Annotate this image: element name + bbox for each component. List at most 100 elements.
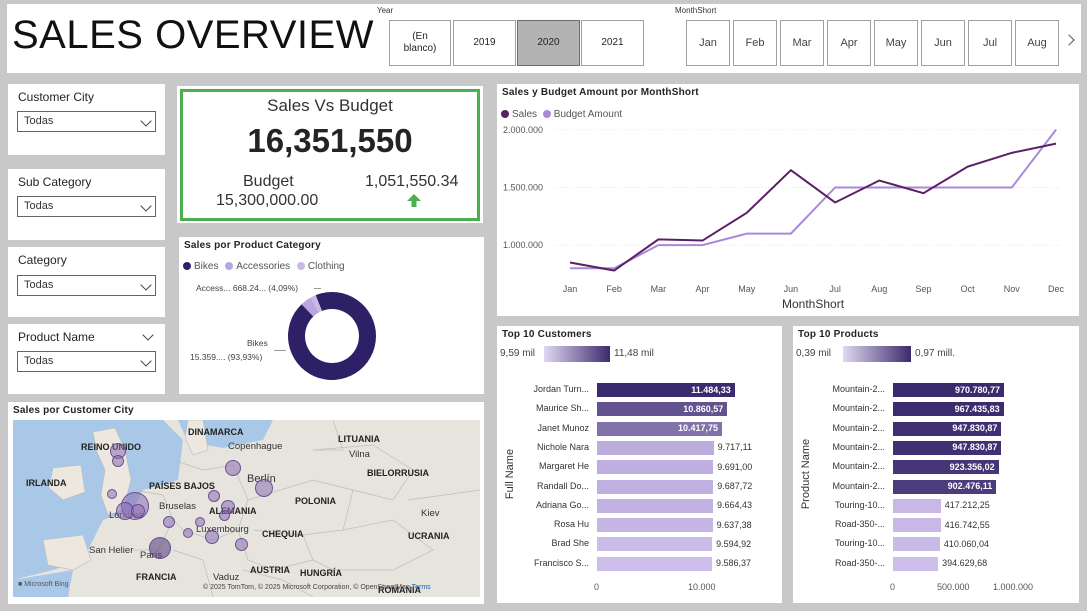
bar-category-label: Rosa Hu bbox=[553, 519, 589, 530]
products-scale-min: 0,39 mil bbox=[796, 348, 832, 359]
bar-category-label: Road-350-... bbox=[834, 519, 885, 530]
donut-leader bbox=[314, 288, 321, 289]
bar-value-label: 9.594,92 bbox=[716, 538, 752, 549]
month-mar-button[interactable]: Mar bbox=[780, 20, 824, 66]
legend-accessories[interactable]: Accessories bbox=[236, 261, 290, 272]
bar[interactable] bbox=[597, 556, 713, 571]
map-bubble[interactable] bbox=[195, 517, 205, 527]
bar[interactable] bbox=[597, 537, 713, 552]
map-panel: Sales por Customer City REINO UNIDO DINA… bbox=[8, 402, 484, 604]
map-bubble[interactable] bbox=[163, 516, 175, 528]
y-tick-label: 1.500.000 bbox=[503, 182, 543, 192]
year-2019-button[interactable]: 2019 bbox=[453, 20, 516, 66]
chevron-right-icon[interactable] bbox=[1063, 34, 1075, 46]
bar[interactable] bbox=[597, 498, 713, 513]
top-customers-panel: Top 10 Customers 9,59 mil 11,48 mil Full… bbox=[497, 326, 782, 603]
bar[interactable] bbox=[893, 556, 939, 571]
map-country-label: LITUANIA bbox=[338, 434, 380, 444]
map-bubble[interactable] bbox=[205, 530, 219, 544]
map-country-label: AUSTRIA bbox=[250, 565, 290, 575]
map-country-label: DINAMARCA bbox=[188, 427, 244, 437]
month-slicer-label: MonthShort bbox=[675, 6, 717, 15]
month-jan-button[interactable]: Jan bbox=[686, 20, 730, 66]
month-feb-button[interactable]: Feb bbox=[733, 20, 777, 66]
map-bubble[interactable] bbox=[219, 510, 230, 521]
map-bubble[interactable] bbox=[149, 537, 171, 559]
donut-label-bikes: Bikes bbox=[247, 338, 268, 348]
bar-value-label: 11.484,33 bbox=[691, 384, 731, 395]
bar-category-label: Nichole Nara bbox=[536, 441, 589, 452]
map-city-label: Copenhague bbox=[228, 441, 283, 452]
map-bubble[interactable] bbox=[208, 490, 220, 502]
budget-line[interactable] bbox=[570, 129, 1057, 270]
product-name-dropdown[interactable]: Todas bbox=[17, 351, 156, 372]
legend-dot bbox=[296, 262, 305, 271]
bar-category-label: Brad She bbox=[551, 538, 589, 549]
sub-category-dropdown[interactable]: Todas bbox=[17, 196, 156, 217]
bar-value-label: 9.586,37 bbox=[716, 558, 752, 569]
x-tick-label: Sep bbox=[915, 284, 931, 294]
line-chart: 2.000.000 1.500.000 1.000.000 Jan Feb Mar Apr M… bbox=[503, 125, 1065, 294]
month-may-button[interactable]: May bbox=[874, 20, 918, 66]
bar[interactable] bbox=[893, 498, 941, 513]
map-country-label: BIELORRUSIA bbox=[367, 468, 430, 478]
bar-category-label: Mountain-2... bbox=[832, 441, 885, 452]
category-dropdown[interactable]: Todas bbox=[17, 275, 156, 296]
legend-dot bbox=[183, 262, 191, 271]
customers-y-axis-title: Full Name bbox=[504, 448, 517, 500]
bar-category-label: Road-350-... bbox=[834, 557, 885, 568]
top-customers-title: Top 10 Customers bbox=[502, 329, 592, 340]
chevron-down-icon bbox=[140, 200, 152, 212]
bar-category-label: Mountain-2... bbox=[832, 480, 885, 491]
category-filter: Category Todas bbox=[8, 247, 165, 317]
x-tick-label: Feb bbox=[606, 284, 622, 294]
month-jul-button[interactable]: Jul bbox=[968, 20, 1012, 66]
month-jun-button[interactable]: Jun bbox=[921, 20, 965, 66]
bar[interactable] bbox=[597, 440, 714, 455]
map-bubble[interactable] bbox=[131, 504, 145, 518]
year-2020-button[interactable]: 2020 bbox=[517, 20, 580, 66]
bar[interactable] bbox=[597, 479, 714, 494]
customer-city-dropdown[interactable]: Todas bbox=[17, 111, 156, 132]
y-tick-label: 1.000.000 bbox=[503, 240, 543, 250]
map-attribution: © 2025 TomTom, © 2025 Microsoft Corporat… bbox=[203, 584, 431, 591]
map-city-label: Bruselas bbox=[159, 501, 196, 512]
legend-clothing[interactable]: Clothing bbox=[308, 261, 345, 272]
map-bubble[interactable] bbox=[183, 528, 193, 538]
map-bubble[interactable] bbox=[107, 489, 117, 499]
legend-dot bbox=[225, 262, 234, 271]
bar[interactable] bbox=[893, 537, 940, 552]
bar-value-label: 970.780,77 bbox=[955, 384, 1001, 395]
customer-city-filter: Customer City Todas bbox=[8, 84, 165, 155]
month-apr-button[interactable]: Apr bbox=[827, 20, 871, 66]
month-aug-button[interactable]: Aug bbox=[1015, 20, 1059, 66]
map-city-label: San Helier bbox=[89, 545, 134, 556]
year-blank-button[interactable]: (En blanco) bbox=[389, 20, 451, 66]
bar-value-label: 9.717,11 bbox=[717, 442, 752, 453]
bar[interactable] bbox=[597, 460, 714, 475]
map-bubble[interactable] bbox=[255, 479, 273, 497]
chevron-down-icon[interactable] bbox=[142, 329, 154, 341]
x-tick-label: Jan bbox=[563, 284, 578, 294]
map-bubble[interactable] bbox=[235, 538, 248, 551]
year-2021-button[interactable]: 2021 bbox=[581, 20, 644, 66]
map-bubble[interactable] bbox=[225, 460, 241, 476]
donut-title: Sales por Product Category bbox=[184, 240, 321, 251]
donut-label-accessories: Access... 668.24... (4,09%) bbox=[196, 283, 299, 293]
map-area[interactable]: REINO UNIDO DINAMARCA LITUANIA IRLANDA P… bbox=[13, 420, 480, 597]
sales-line[interactable] bbox=[569, 142, 1057, 272]
donut-slice-bikes[interactable] bbox=[288, 292, 376, 380]
bar-category-label: Adriana Go... bbox=[535, 499, 589, 510]
bar-category-label: Touring-10... bbox=[834, 499, 885, 510]
products-x-tick: 500.000 bbox=[937, 582, 970, 592]
bar[interactable] bbox=[893, 518, 941, 533]
bar-category-label: Randall Do... bbox=[536, 480, 589, 491]
map-country-label: PAÍSES BAJOS bbox=[149, 481, 215, 491]
map-terms-link[interactable]: Terms bbox=[412, 584, 431, 591]
map-bubble[interactable] bbox=[112, 455, 124, 467]
legend-bikes[interactable]: Bikes bbox=[194, 261, 218, 272]
bar[interactable] bbox=[597, 518, 713, 533]
y-tick-label: 2.000.000 bbox=[503, 125, 543, 135]
donut-legend: Bikes Accessories Clothing bbox=[183, 261, 345, 272]
bar-category-label: Francisco S... bbox=[533, 557, 589, 568]
